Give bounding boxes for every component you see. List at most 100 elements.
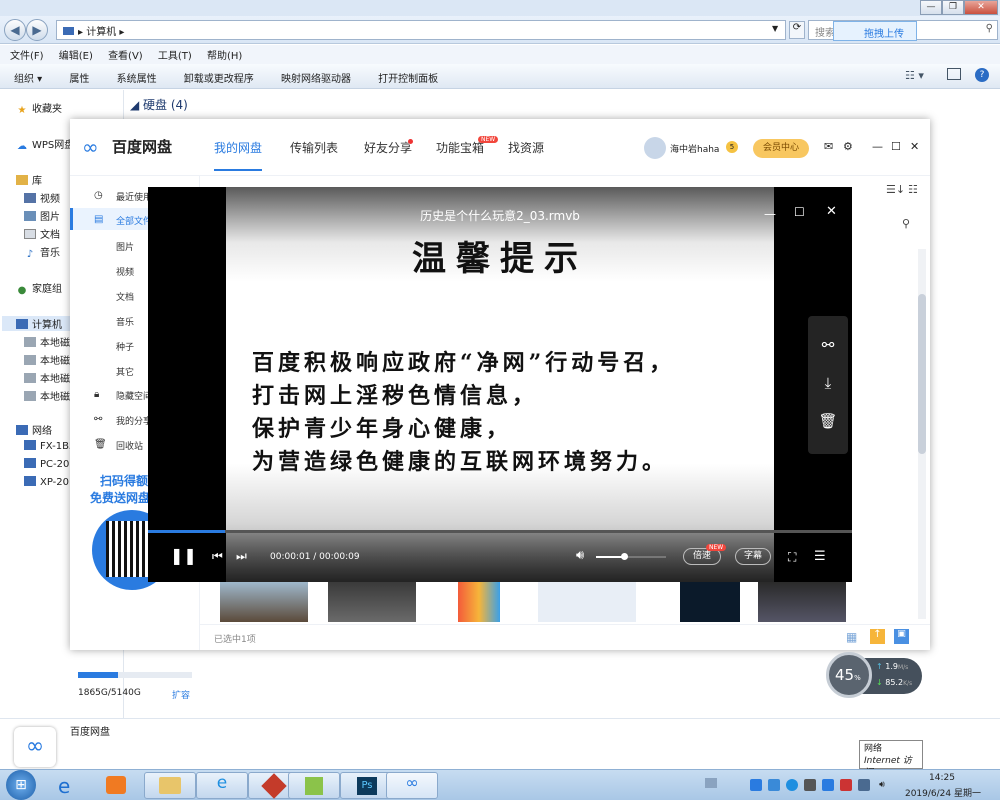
playlist-icon[interactable]: ☰ — [814, 549, 826, 564]
back-button[interactable]: ◀ — [4, 19, 26, 41]
grid-view-icon[interactable]: ▦ — [846, 630, 857, 644]
nav-pc-1[interactable]: FX-1B5 — [24, 440, 75, 452]
delete-icon[interactable]: 🗑︎ — [808, 412, 848, 430]
tray-browser-icon[interactable] — [786, 779, 798, 791]
map-drive-button[interactable]: 映射网络驱动器 — [281, 74, 351, 85]
menu-tools[interactable]: 工具(T) — [158, 51, 192, 62]
taskbar-photoshop[interactable]: Ps — [340, 772, 392, 799]
nav-video[interactable]: 视频 — [24, 190, 60, 205]
view-options-icon[interactable]: ☷ ▾ — [905, 69, 924, 82]
clock-time[interactable]: 14:25 — [918, 773, 966, 783]
tray-baidu-icon[interactable] — [822, 779, 834, 791]
maximize-button[interactable]: ❐ — [942, 0, 964, 15]
help-icon[interactable]: ? — [975, 68, 989, 82]
tray-volume-icon[interactable]: 🔊︎ — [876, 779, 888, 791]
start-button[interactable]: ⊞ — [6, 770, 36, 800]
tray-icon-1[interactable] — [750, 779, 762, 791]
lock-box-icon[interactable]: ▣ — [894, 629, 909, 644]
tab-my-disk[interactable]: 我的网盘 — [214, 139, 263, 171]
side-music[interactable]: 音乐 — [116, 315, 134, 328]
nav-wps[interactable]: ☁ WPS网盘 — [16, 136, 74, 152]
taskbar-notepad[interactable] — [288, 772, 340, 799]
vip-center-button[interactable]: 会员中心 — [753, 139, 809, 158]
preview-pane-icon[interactable] — [947, 68, 961, 80]
organize-button[interactable]: 组织 ▾ — [14, 74, 42, 85]
share-icon[interactable]: ⚯ — [808, 336, 848, 354]
side-recent[interactable]: ◷ 最近使用 — [94, 190, 152, 203]
avatar[interactable] — [644, 137, 666, 159]
nav-pc-3[interactable]: XP-201 — [24, 476, 75, 488]
side-other[interactable]: 其它 — [116, 365, 134, 378]
media-player-icon[interactable] — [106, 776, 126, 794]
side-documents[interactable]: 文档 — [116, 290, 134, 303]
player-close-button[interactable]: ✕ — [826, 204, 837, 219]
player-maximize-button[interactable]: ☐ — [794, 205, 805, 219]
nav-library[interactable]: 库 — [16, 172, 42, 187]
tab-transfer[interactable]: 传输列表 — [290, 139, 338, 156]
nav-music[interactable]: ♪ 音乐 — [24, 244, 60, 260]
tray-network-icon[interactable] — [858, 779, 870, 791]
thumbnail-video-4[interactable] — [758, 582, 846, 622]
pause-icon[interactable]: ❚❚ — [170, 546, 197, 565]
sort-icon[interactable]: ☰↓ — [886, 183, 905, 196]
address-dropdown-icon[interactable]: ▼ — [772, 24, 778, 33]
player-minimize-button[interactable]: — — [764, 207, 776, 221]
nav-network[interactable]: 网络 — [16, 422, 52, 437]
tray-icon-6[interactable] — [840, 779, 852, 791]
side-private[interactable]: 🔒︎ 隐藏空间 — [94, 389, 152, 402]
side-pictures[interactable]: 图片 — [116, 240, 134, 253]
drag-upload-tip[interactable]: 拖拽上传 — [833, 21, 917, 41]
expand-link[interactable]: 扩容 — [172, 688, 190, 701]
uninstall-button[interactable]: 卸载或更改程序 — [184, 74, 254, 85]
upload-icon[interactable]: ↑ — [870, 629, 885, 644]
download-icon[interactable]: ⤓ — [808, 374, 848, 392]
thumbnail-video-1[interactable] — [220, 582, 308, 622]
thumbnail-archive[interactable] — [458, 582, 500, 622]
close-button[interactable]: ✕ — [964, 0, 998, 15]
settings-icon[interactable]: ⚙ — [843, 140, 853, 153]
system-properties-button[interactable]: 系统属性 — [117, 74, 157, 85]
side-my-share[interactable]: ⚯ 我的分享 — [94, 414, 152, 427]
tab-toolbox[interactable]: 功能宝箱 — [436, 139, 484, 156]
nav-pc-2[interactable]: PC-201 — [24, 458, 76, 470]
thumbnail-file[interactable] — [538, 582, 636, 622]
thumbnail-video-2[interactable] — [328, 582, 416, 622]
video-player[interactable]: 历史是个什么玩意2_03.rmvb — ☐ ✕ 温馨提示 百度积极响应政府“净网… — [148, 187, 852, 582]
minimize-button[interactable]: — — [920, 0, 942, 15]
refresh-button[interactable]: ⟳ — [789, 21, 805, 39]
properties-button[interactable]: 属性 — [69, 74, 89, 85]
taskbar-baidu[interactable]: ∞ — [386, 772, 438, 799]
username[interactable]: 海中岩haha — [670, 142, 719, 155]
taskbar-browser[interactable]: e — [196, 772, 248, 799]
next-icon[interactable]: ⏭︎ — [236, 549, 247, 564]
address-input[interactable]: ▸ 计算机 ▸ — [56, 20, 786, 40]
tray-shield-icon[interactable] — [768, 779, 780, 791]
tab-find-resource[interactable]: 找资源 — [508, 139, 544, 156]
tab-friend-share[interactable]: 好友分享 — [364, 139, 412, 156]
file-search-icon[interactable]: ⚲ — [902, 217, 910, 230]
subtitle-button[interactable]: 字幕 — [735, 548, 771, 565]
side-torrent[interactable]: 种子 — [116, 340, 134, 353]
forward-button[interactable]: ▶ — [26, 19, 48, 41]
menu-help[interactable]: 帮助(H) — [207, 51, 242, 62]
nav-documents[interactable]: 文档 — [24, 226, 60, 241]
nav-favorites[interactable]: ★ 收藏夹 — [16, 100, 62, 116]
list-view-icon[interactable]: ☷ — [908, 183, 918, 196]
fullscreen-icon[interactable]: ⛶ — [788, 550, 796, 565]
nav-pictures[interactable]: 图片 — [24, 208, 60, 223]
keyboard-icon[interactable] — [705, 778, 717, 788]
menu-view[interactable]: 查看(V) — [108, 51, 143, 62]
volume-knob[interactable] — [621, 553, 628, 560]
side-video[interactable]: 视频 — [116, 265, 134, 278]
side-recycle[interactable]: 🗑︎ 回收站 — [94, 439, 143, 452]
side-all-files[interactable]: ▤ 全部文件 — [94, 214, 152, 227]
nav-homegroup[interactable]: ● 家庭组 — [16, 280, 62, 296]
section-header-hdd[interactable]: ◢ 硬盘 (4) — [130, 96, 188, 113]
control-panel-button[interactable]: 打开控制面板 — [378, 74, 438, 85]
bd-maximize-button[interactable]: ☐ — [891, 140, 901, 153]
volume-icon[interactable]: 🔊︎ — [576, 548, 584, 563]
ie-icon[interactable]: e — [58, 774, 70, 798]
clock-date[interactable]: 2019/6/24 星期一 — [898, 786, 988, 799]
bd-minimize-button[interactable]: — — [872, 140, 883, 153]
menu-file[interactable]: 文件(F) — [10, 51, 44, 62]
